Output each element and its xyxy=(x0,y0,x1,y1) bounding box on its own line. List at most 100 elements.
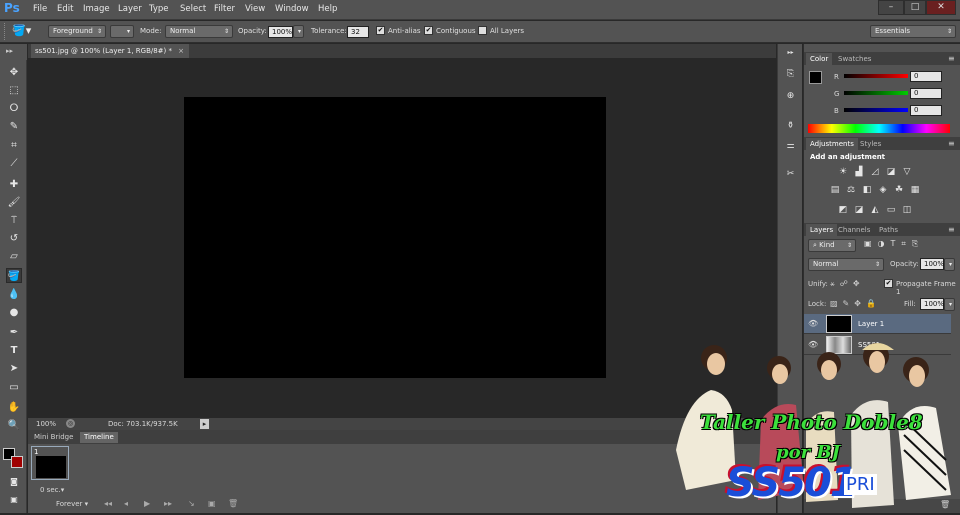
layer-filter-icons[interactable]: ▣◑T⌗⎘ xyxy=(864,239,950,251)
hue-saturation-icon[interactable]: ▤ xyxy=(829,185,841,195)
lasso-tool-icon[interactable]: ⵔ xyxy=(6,101,22,116)
b-value-input[interactable]: 0 xyxy=(910,105,942,116)
lock-icons[interactable]: ▨✎✥🔒 xyxy=(830,299,881,308)
color-lookup-icon[interactable]: ▦ xyxy=(909,185,921,195)
menu-image[interactable]: Image xyxy=(83,4,110,14)
eyedropper-tool-icon[interactable]: ⟋ xyxy=(6,156,22,171)
menu-layer[interactable]: Layer xyxy=(118,4,142,14)
path-selection-tool-icon[interactable]: ➤ xyxy=(6,361,22,376)
menu-type[interactable]: Type xyxy=(149,4,169,14)
first-frame-icon[interactable]: ◂◂ xyxy=(104,499,112,508)
brush-panel-icon[interactable]: ⚱ xyxy=(783,120,798,133)
tab-layers[interactable]: Layers xyxy=(806,224,838,236)
menu-edit[interactable]: Edit xyxy=(57,4,73,14)
rectangle-tool-icon[interactable]: ▭ xyxy=(6,380,22,395)
crop-tool-icon[interactable]: ⌗ xyxy=(6,138,22,153)
all-layers-checkbox[interactable] xyxy=(478,26,487,35)
workspace-dropdown[interactable]: Essentials ⇕ xyxy=(870,25,956,38)
color-spectrum-bar[interactable] xyxy=(808,124,950,133)
background-color-swatch[interactable] xyxy=(11,456,23,468)
zoom-level[interactable]: 100% xyxy=(36,420,56,428)
grip-handle[interactable] xyxy=(4,23,7,40)
color-foreground-swatch[interactable] xyxy=(809,71,822,84)
menu-select[interactable]: Select xyxy=(180,4,206,14)
status-menu-arrow-icon[interactable]: ▸ xyxy=(200,419,209,429)
brightness-icon[interactable]: ☀ xyxy=(837,167,849,177)
opacity-dropdown[interactable]: ▾ xyxy=(293,25,304,38)
move-tool-icon[interactable]: ✥ xyxy=(6,65,22,80)
blur-tool-icon[interactable]: 💧 xyxy=(6,287,22,302)
tween-icon[interactable]: ↘ xyxy=(188,499,195,508)
pattern-picker[interactable]: ▾ xyxy=(110,25,134,38)
menu-window[interactable]: Window xyxy=(275,4,309,14)
frame-delay[interactable]: 0 sec.▾ xyxy=(40,486,64,494)
r-slider[interactable] xyxy=(844,74,908,78)
close-tab-icon[interactable]: × xyxy=(178,44,184,58)
brush-tool-icon[interactable]: 🖌 xyxy=(6,195,22,210)
toolbar-collapse-button[interactable]: ▸▸ xyxy=(0,44,27,60)
paint-bucket-preset-icon[interactable]: 🪣▾ xyxy=(12,24,38,39)
blend-mode-dropdown[interactable]: Normal ⇕ xyxy=(808,258,884,271)
healing-brush-tool-icon[interactable]: ✚ xyxy=(6,177,22,192)
quick-select-tool-icon[interactable]: ✎ xyxy=(6,119,22,134)
channel-mixer-icon[interactable]: ☘ xyxy=(893,185,905,195)
dock-collapse-icon[interactable]: ▸▸ xyxy=(783,46,798,59)
tab-color[interactable]: Color xyxy=(806,53,833,65)
status-info-icon[interactable]: ◎ xyxy=(66,419,75,428)
layers-menu-icon[interactable]: ≡ xyxy=(948,225,955,234)
pen-tool-icon[interactable]: ✒ xyxy=(6,325,22,340)
maximize-button[interactable]: □ xyxy=(904,0,926,15)
b-slider[interactable] xyxy=(844,108,908,112)
invert-icon[interactable]: ◩ xyxy=(837,205,849,215)
tab-mini-bridge[interactable]: Mini Bridge xyxy=(30,432,77,443)
type-tool-icon[interactable]: T xyxy=(6,343,22,358)
tab-timeline[interactable]: Timeline xyxy=(80,432,118,443)
screen-mode-icon[interactable]: ▣ xyxy=(6,492,22,507)
loop-dropdown[interactable]: Forever ▾ xyxy=(56,500,88,508)
g-value-input[interactable]: 0 xyxy=(910,88,942,99)
opacity-input[interactable]: 100% xyxy=(268,26,293,38)
r-value-input[interactable]: 0 xyxy=(910,71,942,82)
fill-input[interactable]: 100% xyxy=(920,298,944,310)
zoom-tool-icon[interactable]: 🔍 xyxy=(6,418,22,433)
mode-dropdown[interactable]: Normal ⇕ xyxy=(165,25,233,38)
close-button[interactable]: ✕ xyxy=(926,0,956,15)
tab-channels[interactable]: Channels xyxy=(834,224,874,236)
minimize-button[interactable]: – xyxy=(878,0,904,15)
threshold-icon[interactable]: ◭ xyxy=(869,205,881,215)
history-panel-icon[interactable]: ⎘ xyxy=(783,68,798,81)
panel-menu-icon[interactable]: ≡ xyxy=(948,54,955,63)
previous-frame-icon[interactable]: ◂ xyxy=(124,499,128,508)
layer-filter-dropdown[interactable]: ⌕ Kind ⇕ xyxy=(808,239,856,252)
tool-presets-icon[interactable]: ✂ xyxy=(783,168,798,181)
g-slider[interactable] xyxy=(844,91,908,95)
document-canvas[interactable] xyxy=(184,97,606,378)
next-frame-icon[interactable]: ▸▸ xyxy=(164,499,172,508)
tab-swatches[interactable]: Swatches xyxy=(834,53,875,65)
posterize-icon[interactable]: ◪ xyxy=(853,205,865,215)
history-brush-tool-icon[interactable]: ↺ xyxy=(6,231,22,246)
clone-stamp-tool-icon[interactable]: ⍡ xyxy=(6,213,22,228)
hand-tool-icon[interactable]: ✋ xyxy=(6,400,22,415)
adjustments-menu-icon[interactable]: ≡ xyxy=(948,139,955,148)
duplicate-frame-icon[interactable]: ▣ xyxy=(208,499,216,508)
dodge-tool-icon[interactable]: ● xyxy=(6,305,22,320)
fill-dropdown[interactable]: ▾ xyxy=(944,298,955,311)
unify-icons[interactable]: ⚹☍✥ xyxy=(830,279,865,289)
marquee-tool-icon[interactable]: ⬚ xyxy=(6,83,22,98)
vibrance-icon[interactable]: ▽ xyxy=(901,167,913,177)
propagate-checkbox[interactable]: ✔ xyxy=(884,279,893,288)
contiguous-checkbox[interactable]: ✔ xyxy=(424,26,433,35)
delete-frame-icon[interactable]: 🗑 xyxy=(228,499,238,508)
menu-file[interactable]: File xyxy=(33,4,47,14)
color-balance-icon[interactable]: ⚖ xyxy=(845,185,857,195)
tab-adjustments[interactable]: Adjustments xyxy=(806,138,858,150)
fill-source-dropdown[interactable]: Foreground ⇕ xyxy=(48,25,106,38)
document-tab[interactable]: ss501.jpg @ 100% (Layer 1, RGB/8#) * × xyxy=(31,44,189,58)
menu-filter[interactable]: Filter xyxy=(214,4,235,14)
actions-panel-icon[interactable]: ⊕ xyxy=(783,90,798,103)
menu-view[interactable]: View xyxy=(245,4,265,14)
layer-name[interactable]: Layer 1 xyxy=(858,320,884,328)
clone-source-icon[interactable]: ⚌ xyxy=(783,140,798,153)
tab-paths[interactable]: Paths xyxy=(875,224,902,236)
